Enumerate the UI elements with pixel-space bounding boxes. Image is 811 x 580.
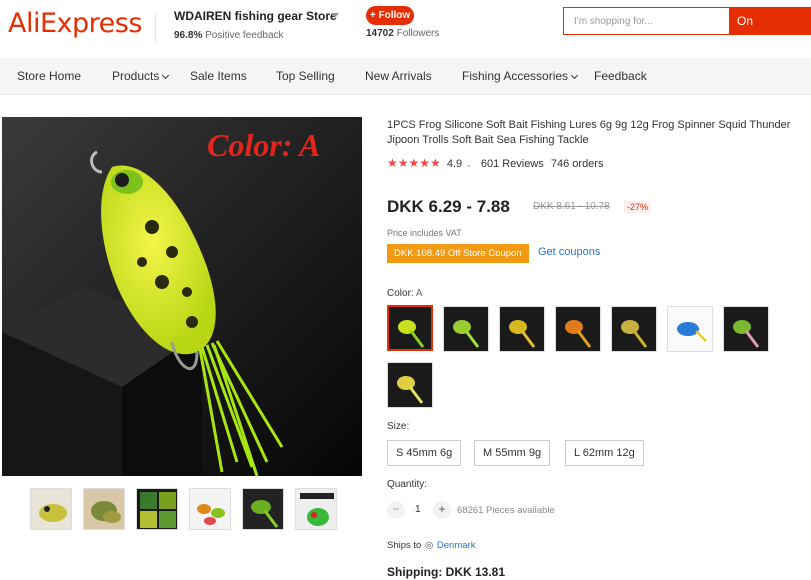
location-pin-icon: ◎ bbox=[424, 540, 434, 551]
lure-color-g bbox=[733, 320, 760, 348]
search-button[interactable]: On AliExpress bbox=[729, 7, 811, 56]
rating-value[interactable]: 4.9 bbox=[447, 158, 462, 170]
color-label: Color: A bbox=[387, 288, 423, 299]
followers-label: Followers bbox=[396, 28, 440, 39]
orders-count: 746 orders bbox=[550, 158, 604, 170]
thumbnail-1[interactable] bbox=[30, 488, 72, 530]
chevron-down-icon[interactable]: ⌄ bbox=[465, 159, 473, 169]
color-swatch-c[interactable] bbox=[499, 306, 545, 352]
lure-photo-6 bbox=[300, 493, 334, 526]
frog-lure-illustration bbox=[2, 117, 362, 476]
nav-store-home-label: Store Home bbox=[17, 69, 82, 83]
search-input[interactable]: I'm shopping for... bbox=[563, 7, 729, 35]
followers-number: 14702 bbox=[366, 28, 394, 39]
color-swatch-a[interactable] bbox=[387, 305, 433, 351]
nav-sale-items-label: Sale Items bbox=[190, 69, 247, 83]
nav-store-home[interactable]: Store Home bbox=[17, 69, 81, 83]
available-pieces: 68261 Pieces available bbox=[457, 505, 555, 516]
thumbnail-5[interactable] bbox=[242, 488, 284, 530]
thumbnail-4[interactable] bbox=[189, 488, 231, 530]
nav-new-arrivals[interactable]: New Arrivals bbox=[365, 69, 432, 83]
nav-top-selling[interactable]: Top Selling bbox=[276, 69, 335, 83]
chevron-down-icon[interactable] bbox=[331, 13, 339, 18]
ships-to-country[interactable]: Denmark bbox=[437, 540, 476, 551]
nav-sale-items[interactable]: Sale Items bbox=[190, 69, 247, 83]
selected-color-value: A bbox=[415, 288, 423, 299]
header-divider bbox=[155, 12, 156, 42]
lure-color-d bbox=[565, 320, 592, 348]
lure-color-a bbox=[398, 320, 425, 348]
follow-button[interactable]: + Follow bbox=[366, 6, 414, 25]
nav-new-arrivals-label: New Arrivals bbox=[365, 69, 432, 83]
main-product-image[interactable]: Color: A bbox=[2, 117, 362, 476]
color-swatch-h[interactable] bbox=[387, 362, 433, 408]
quantity-label: Quantity: bbox=[387, 479, 428, 490]
color-swatch-d[interactable] bbox=[555, 306, 601, 352]
ships-to: Ships to ◎ Denmark bbox=[387, 540, 475, 551]
thumbnail-6[interactable] bbox=[295, 488, 337, 530]
color-swatch-f[interactable] bbox=[667, 306, 713, 352]
price-range: DKK 6.29 - 7.88 bbox=[387, 197, 510, 216]
rating-row: ★★★★★ 4.9 ⌄ 601 Reviews 746 orders bbox=[387, 156, 603, 170]
positive-feedback-label: Positive feedback bbox=[205, 30, 284, 41]
lure-color-c bbox=[509, 320, 536, 348]
lure-color-f bbox=[677, 322, 707, 342]
quantity-increase-button[interactable]: + bbox=[433, 501, 451, 519]
store-feedback: 96.8% Positive feedback bbox=[174, 30, 284, 41]
followers-count: 14702 Followers bbox=[366, 28, 439, 39]
nav-fishing-accessories[interactable]: Fishing Accessories bbox=[462, 69, 579, 83]
store-navigation: Store Home Products Sale Items Top Selli… bbox=[0, 58, 811, 95]
lure-photo-2 bbox=[91, 501, 121, 523]
color-swatch-e[interactable] bbox=[611, 306, 657, 352]
lure-color-h bbox=[397, 376, 424, 404]
shipping-cost: Shipping: DKK 13.81 bbox=[387, 565, 506, 579]
nav-fishing-accessories-label: Fishing Accessories bbox=[462, 69, 569, 83]
nav-products-label: Products bbox=[112, 69, 160, 83]
nav-top-selling-label: Top Selling bbox=[276, 69, 335, 83]
discount-badge: -27% bbox=[624, 201, 652, 213]
thumbnail-3[interactable] bbox=[136, 488, 178, 530]
lure-color-e bbox=[621, 320, 648, 348]
product-title: 1PCS Frog Silicone Soft Bait Fishing Lur… bbox=[387, 119, 791, 146]
chevron-down-icon bbox=[162, 71, 170, 80]
size-option-l[interactable]: L 62mm 12g bbox=[565, 440, 644, 466]
nav-products[interactable]: Products bbox=[112, 69, 170, 83]
aliexpress-logo[interactable]: AliExpress bbox=[8, 8, 142, 39]
color-swatch-b[interactable] bbox=[443, 306, 489, 352]
store-name[interactable]: WDAIREN fishing gear Store bbox=[174, 9, 337, 23]
nav-feedback-label: Feedback bbox=[594, 69, 647, 83]
color-swatch-g[interactable] bbox=[723, 306, 769, 352]
size-label: Size: bbox=[387, 421, 410, 432]
positive-feedback-value: 96.8% bbox=[174, 30, 203, 41]
lure-photo-1 bbox=[39, 504, 67, 522]
color-overlay-text: Color: A bbox=[207, 127, 321, 163]
ships-to-label: Ships to bbox=[387, 540, 422, 551]
get-coupons-link[interactable]: Get coupons bbox=[538, 246, 600, 258]
store-coupon-badge[interactable]: DKK 108.49 Off Store Coupon bbox=[387, 244, 529, 263]
size-option-m[interactable]: M 55mm 9g bbox=[474, 440, 551, 466]
vat-note: Price includes VAT bbox=[387, 228, 462, 238]
original-price: DKK 8.61 - 10.78 bbox=[533, 201, 610, 212]
quantity-value[interactable]: 1 bbox=[415, 504, 421, 515]
lure-photo-5 bbox=[251, 500, 279, 528]
lure-photo-3 bbox=[140, 492, 176, 528]
size-option-s[interactable]: S 45mm 6g bbox=[387, 440, 462, 466]
nav-feedback[interactable]: Feedback bbox=[594, 69, 647, 83]
top-header: AliExpress WDAIREN fishing gear Store 96… bbox=[0, 0, 811, 58]
reviews-count[interactable]: 601 Reviews bbox=[481, 158, 544, 170]
lure-color-b bbox=[453, 320, 480, 348]
thumbnail-2[interactable] bbox=[83, 488, 125, 530]
chevron-down-icon bbox=[571, 71, 579, 80]
quantity-decrease-button[interactable]: − bbox=[387, 501, 405, 519]
rating-stars: ★★★★★ bbox=[387, 156, 441, 170]
color-label-text: Color: bbox=[387, 288, 414, 299]
lure-photo-4 bbox=[197, 504, 225, 525]
